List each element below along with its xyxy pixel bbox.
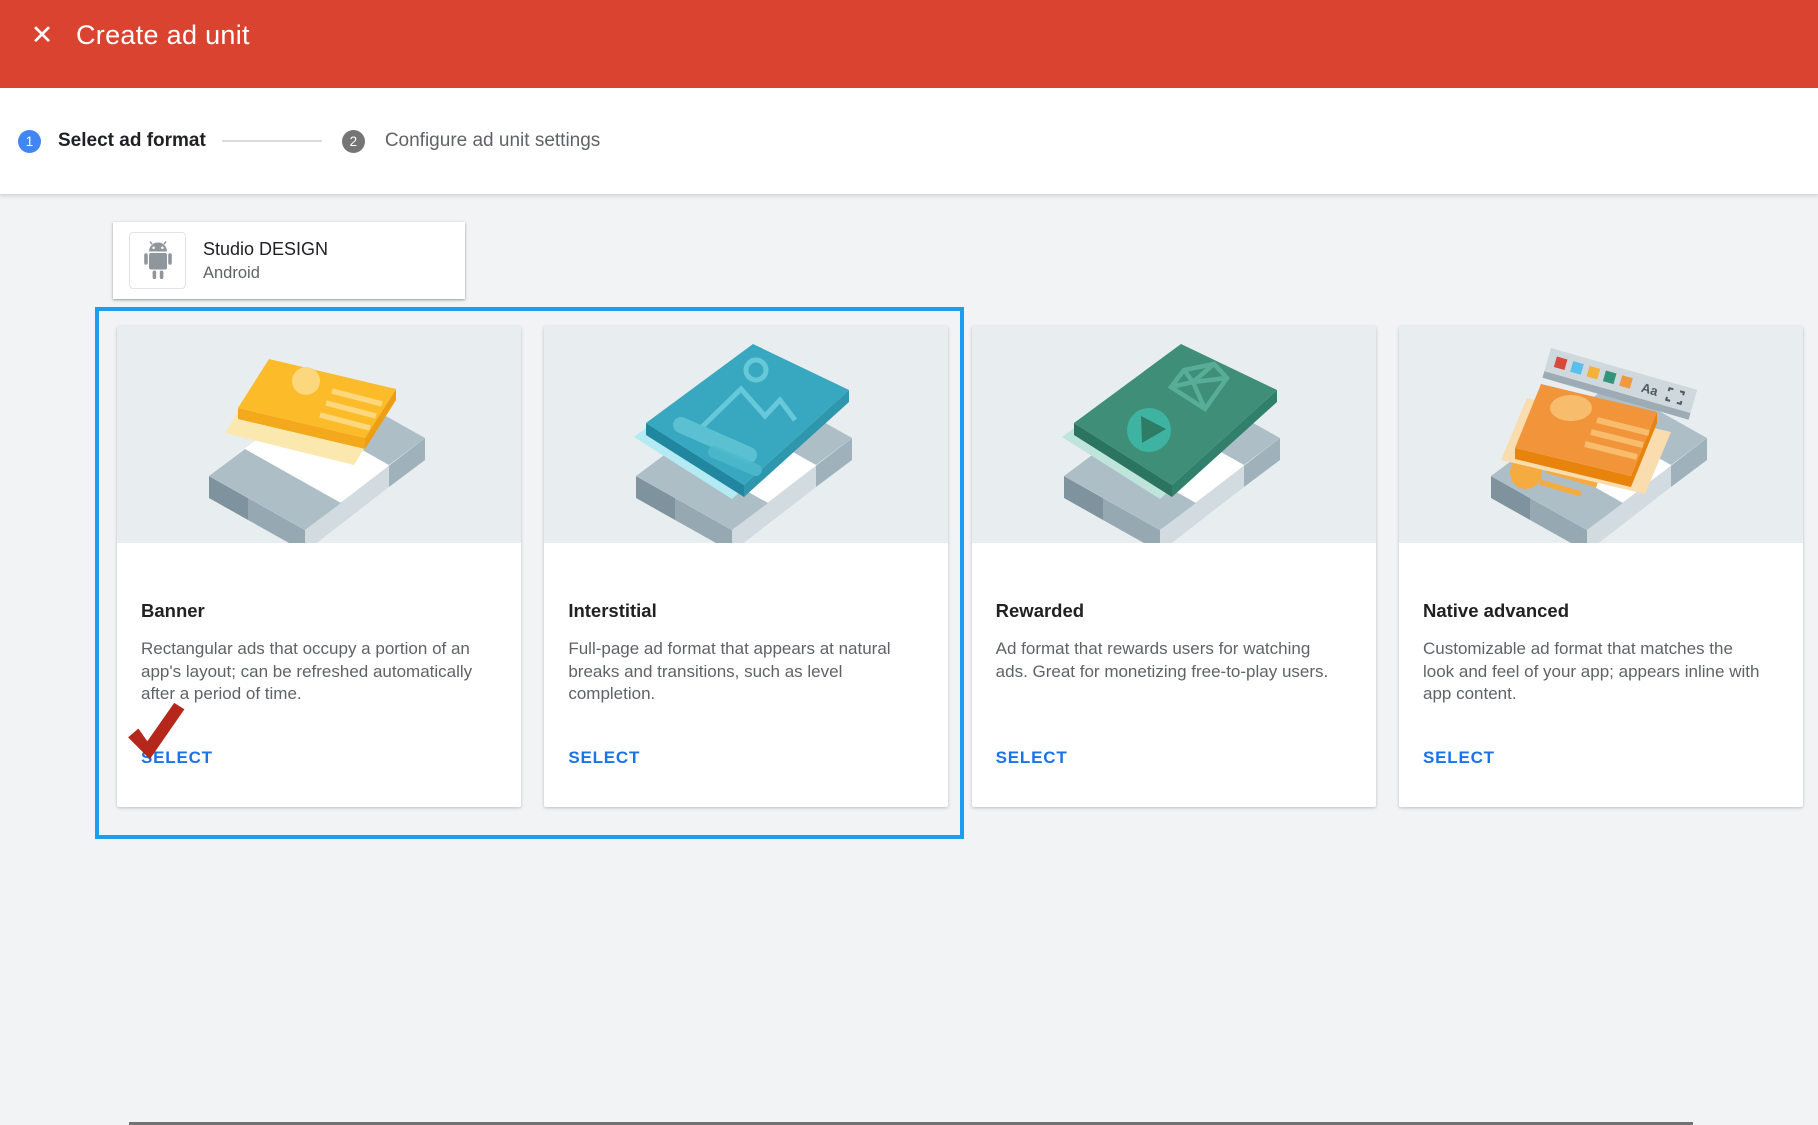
card-title-banner: Banner (141, 600, 497, 622)
interstitial-phone-illustration (544, 326, 948, 543)
select-button-interstitial[interactable]: SELECT (568, 748, 640, 768)
card-title-interstitial: Interstitial (568, 600, 924, 622)
rewarded-phone-illustration (972, 326, 1376, 543)
card-desc-rewarded: Ad format that rewards users for watchin… (996, 638, 1340, 683)
card-desc-interstitial: Full-page ad format that appears at natu… (568, 638, 912, 706)
step-connector-line (222, 140, 322, 142)
native-phone-illustration: Aa (1399, 326, 1803, 543)
app-platform: Android (203, 264, 328, 283)
banner-phone-illustration (117, 326, 521, 543)
create-ad-unit-header: ✕ Create ad unit (0, 0, 1818, 88)
card-title-rewarded: Rewarded (996, 600, 1352, 622)
card-interstitial: Interstitial Full-page ad format that ap… (544, 326, 948, 807)
card-desc-banner: Rectangular ads that occupy a portion of… (141, 638, 485, 706)
page-title: Create ad unit (76, 20, 250, 51)
step-1-label: Select ad format (58, 130, 206, 152)
card-title-native-advanced: Native advanced (1423, 600, 1779, 622)
step-2-indicator: 2 (342, 130, 365, 153)
selected-app-chip: Studio DESIGN Android (113, 222, 465, 299)
stepper: 1 Select ad format 2 Configure ad unit s… (0, 88, 1818, 195)
android-icon (129, 232, 186, 289)
card-desc-native-advanced: Customizable ad format that matches the … (1423, 638, 1767, 706)
select-button-banner[interactable]: SELECT (141, 748, 213, 768)
ad-format-cards: Banner Rectangular ads that occupy a por… (117, 326, 1803, 807)
close-icon[interactable]: ✕ (21, 14, 63, 56)
step-1-indicator: 1 (18, 130, 41, 153)
card-banner: Banner Rectangular ads that occupy a por… (117, 326, 521, 807)
card-native-advanced: Aa Native advanced Customizable ad forma… (1399, 326, 1803, 807)
step-2-label: Configure ad unit settings (385, 130, 600, 152)
select-button-rewarded[interactable]: SELECT (996, 748, 1068, 768)
card-rewarded: Rewarded Ad format that rewards users fo… (972, 326, 1376, 807)
app-name: Studio DESIGN (203, 239, 328, 260)
select-button-native-advanced[interactable]: SELECT (1423, 748, 1495, 768)
